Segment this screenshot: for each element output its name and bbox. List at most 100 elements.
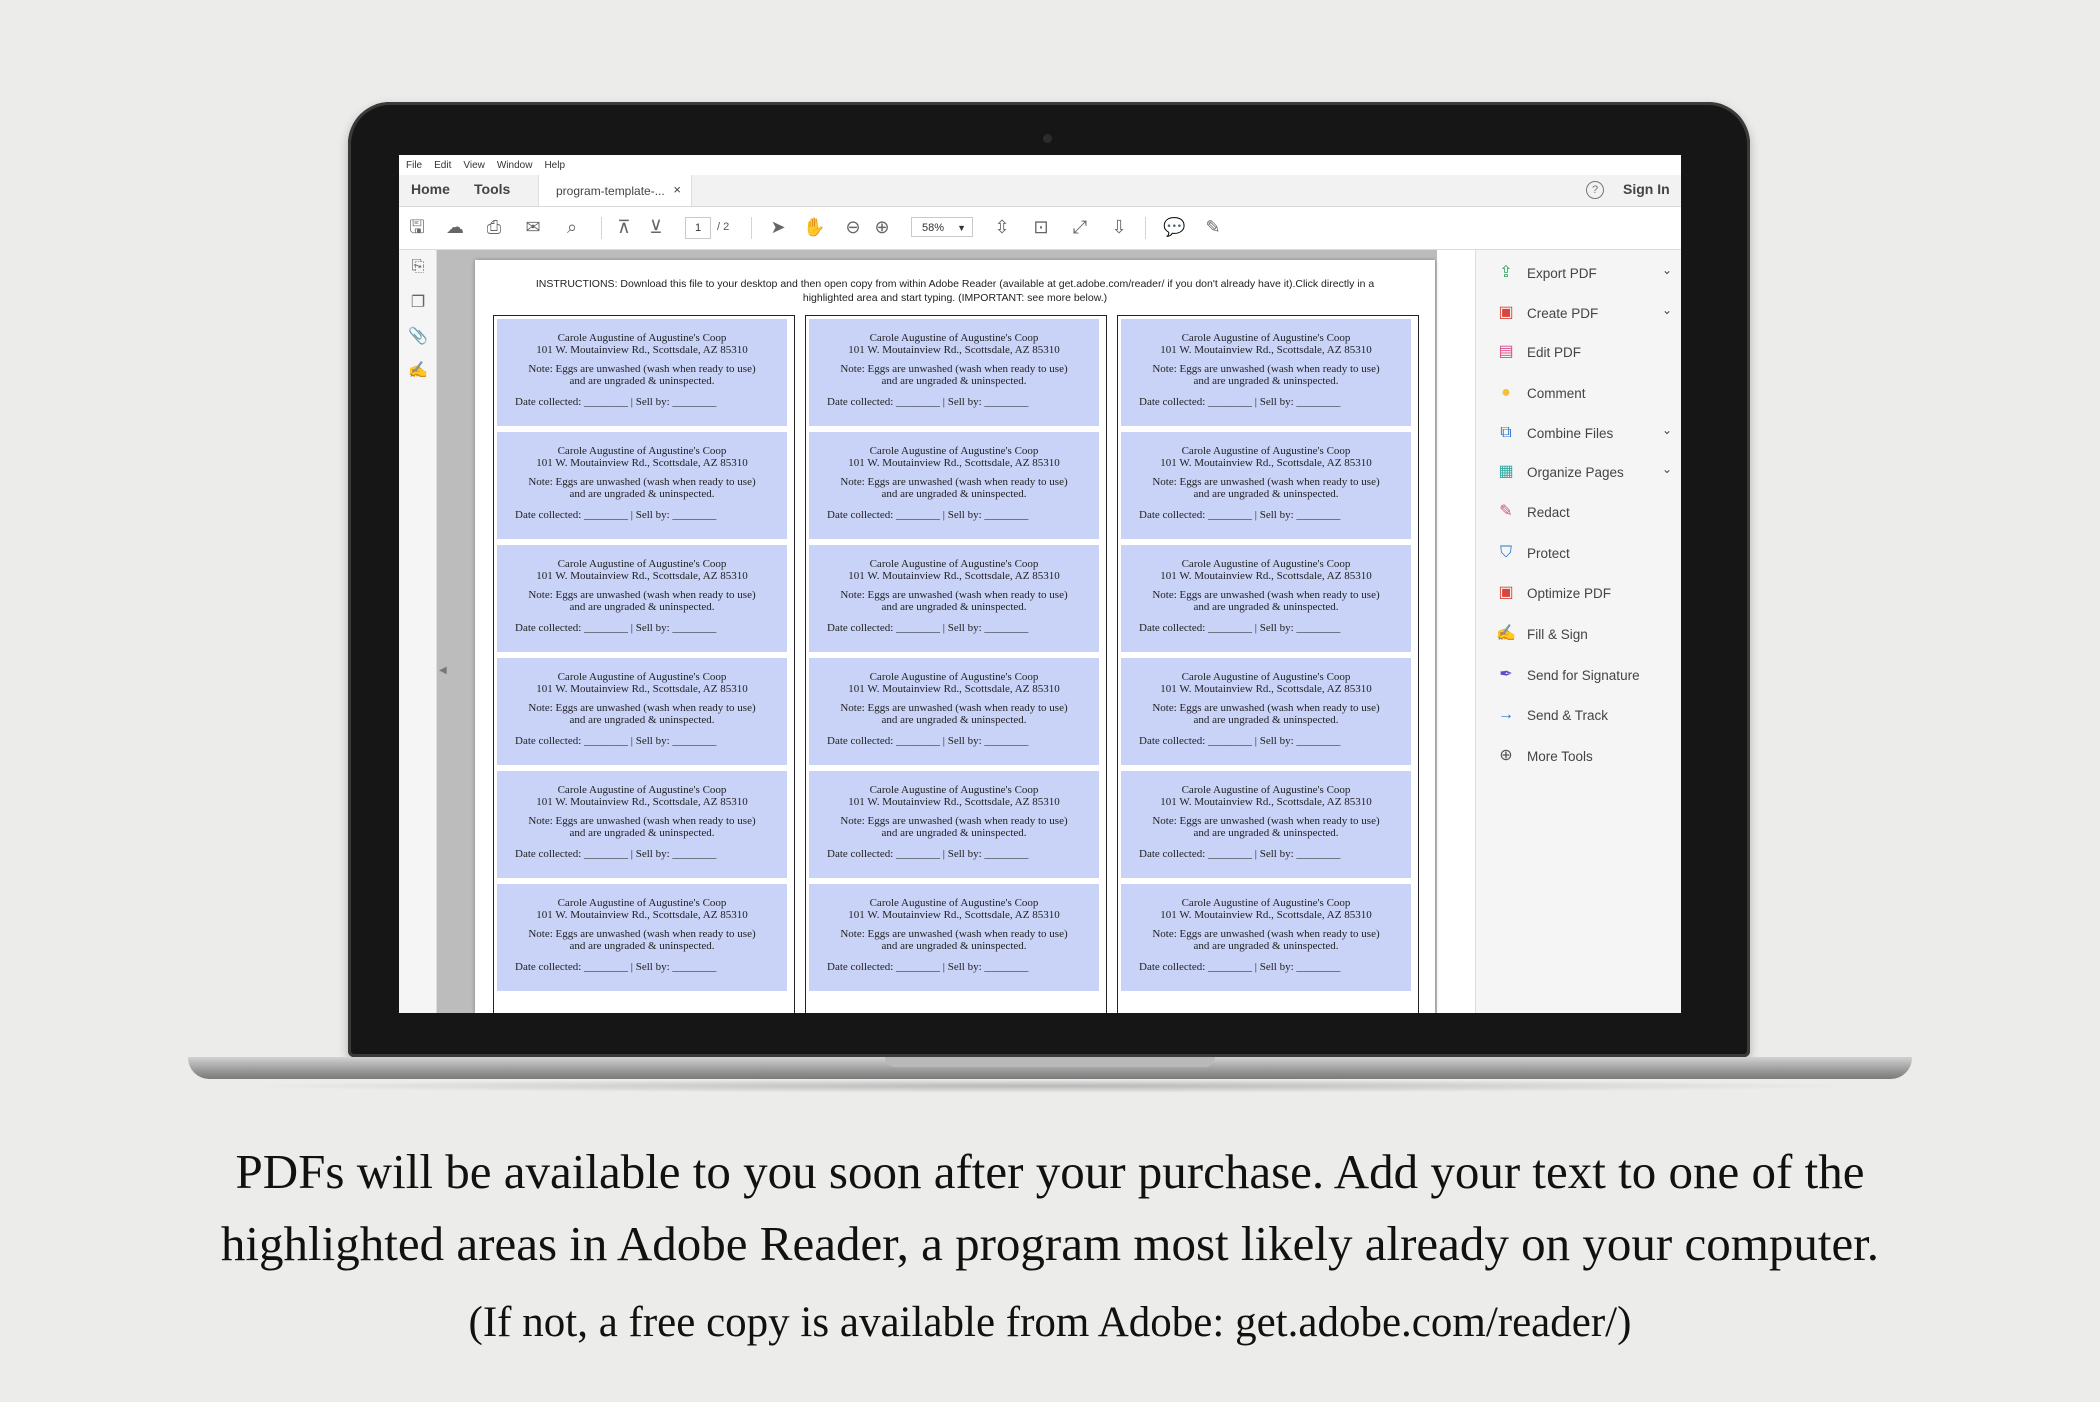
page-thumbnails-icon[interactable]: ⎘ <box>408 258 428 278</box>
tool-label: Organize Pages <box>1527 464 1624 480</box>
label-line5: Date collected: ________ | Sell by: ____… <box>827 622 1029 634</box>
search-icon[interactable]: ⌕ <box>561 216 583 238</box>
menu-edit[interactable]: Edit <box>434 160 451 171</box>
tools-panel: ⇪ Export PDF ⌄ ▣ Create PDF ⌄ ▤ Edit PDF ● Commen… <box>1475 250 1681 1013</box>
export-pdf-icon: ⇪ <box>1499 264 1513 281</box>
chevron-down-icon[interactable]: ⌄ <box>1662 462 1672 476</box>
zoom-out-icon[interactable]: ⊖ <box>842 216 864 238</box>
tool-create-pdf[interactable]: ▣ Create PDF ⌄ <box>1496 300 1672 326</box>
fit-page-icon[interactable]: ⊡ <box>1030 216 1052 238</box>
next-page-icon[interactable]: ⊻ <box>645 216 667 238</box>
label-field[interactable]: Carole Augustine of Augustine's Coop 101 … <box>497 658 787 766</box>
page-number-input[interactable]: 1 <box>685 217 711 239</box>
tool-more-tools[interactable]: ⊕ More Tools <box>1496 743 1672 769</box>
save-icon[interactable]: 🖫 <box>406 216 428 238</box>
toolbar-divider <box>601 217 602 239</box>
zoom-in-icon[interactable]: ⊕ <box>871 216 893 238</box>
label-line2: 101 W. Moutainview Rd., Scottsdale, AZ 8… <box>1160 682 1372 695</box>
read-mode-icon[interactable]: ⇩ <box>1108 216 1130 238</box>
zoom-select[interactable]: 58% ▼ <box>911 217 973 237</box>
tab-home[interactable]: Home <box>411 181 450 197</box>
left-navigation-rail: ⎘ ❐ 📎 ✍ <box>399 250 437 1013</box>
label-line5: Date collected: ________ | Sell by: ____… <box>1139 735 1341 747</box>
chevron-down-icon[interactable]: ⌄ <box>1662 263 1672 277</box>
tool-organize-pages[interactable]: ▦ Organize Pages ⌄ <box>1496 459 1672 485</box>
label-line4: and are ungraded & uninspected. <box>881 939 1027 952</box>
label-field[interactable]: Carole Augustine of Augustine's Coop 101 … <box>1121 771 1411 879</box>
document-viewport[interactable]: ◀ INSTRUCTIONS: Download this file to yo… <box>437 250 1437 1013</box>
menu-window[interactable]: Window <box>497 160 533 171</box>
chevron-down-icon[interactable]: ⌄ <box>1662 423 1672 437</box>
select-cursor-icon[interactable]: ➤ <box>767 216 789 238</box>
tool-optimize-pdf[interactable]: ▣ Optimize PDF <box>1496 580 1672 606</box>
label-line3: Note: Eggs are unwashed (wash when ready… <box>840 928 1068 940</box>
collapse-panel-arrow-icon[interactable]: ◀ <box>439 665 447 676</box>
tool-edit-pdf[interactable]: ▤ Edit PDF <box>1496 339 1672 365</box>
menu-help[interactable]: Help <box>544 160 565 171</box>
label-column: Carole Augustine of Augustine's Coop 101 … <box>493 315 795 1013</box>
label-field[interactable]: Carole Augustine of Augustine's Coop 101 … <box>497 884 787 992</box>
label-field[interactable]: Carole Augustine of Augustine's Coop 101 … <box>809 545 1099 653</box>
label-line1: Carole Augustine of Augustine's Coop <box>557 784 727 796</box>
label-line2: 101 W. Moutainview Rd., Scottsdale, AZ 8… <box>1160 456 1372 469</box>
label-field[interactable]: Carole Augustine of Augustine's Coop 101 … <box>1121 545 1411 653</box>
label-line5: Date collected: ________ | Sell by: ____… <box>827 735 1029 747</box>
label-field[interactable]: Carole Augustine of Augustine's Coop 101 … <box>497 319 787 427</box>
close-tab-icon[interactable]: × <box>673 182 681 197</box>
full-screen-icon[interactable]: ⤢ <box>1069 216 1091 238</box>
tab-document[interactable]: program-template-... × <box>538 175 692 206</box>
label-field[interactable]: Carole Augustine of Augustine's Coop 101 … <box>1121 432 1411 540</box>
label-field[interactable]: Carole Augustine of Augustine's Coop 101 … <box>1121 658 1411 766</box>
menu-view[interactable]: View <box>463 160 485 171</box>
comment-bubble-icon[interactable]: 💬 <box>1163 216 1185 238</box>
email-icon[interactable]: ✉ <box>522 216 544 238</box>
copy-pages-icon[interactable]: ❐ <box>408 292 428 312</box>
attachment-icon[interactable]: 📎 <box>408 326 428 346</box>
tool-send-track[interactable]: → Send & Track <box>1496 702 1672 728</box>
redact-icon: ✎ <box>1499 503 1513 520</box>
label-line5: Date collected: ________ | Sell by: ____… <box>827 509 1029 521</box>
scroll-mode-icon[interactable]: ⇳ <box>991 216 1013 238</box>
label-field[interactable]: Carole Augustine of Augustine's Coop 101 … <box>809 319 1099 427</box>
create-pdf-icon: ▣ <box>1498 304 1514 321</box>
label-line4: and are ungraded & uninspected. <box>569 600 715 613</box>
upload-cloud-icon[interactable]: ☁ <box>444 216 466 238</box>
tool-send-signature[interactable]: ✒ Send for Signature <box>1496 662 1672 688</box>
hand-tool-icon[interactable]: ✋ <box>803 216 825 238</box>
label-field[interactable]: Carole Augustine of Augustine's Coop 101 … <box>1121 884 1411 992</box>
tool-fill-sign[interactable]: ✍ Fill & Sign <box>1496 621 1672 647</box>
tool-comment[interactable]: ● Comment <box>1496 380 1672 406</box>
label-field[interactable]: Carole Augustine of Augustine's Coop 101 … <box>809 771 1099 879</box>
highlight-pen-icon[interactable]: ✎ <box>1202 216 1224 238</box>
label-field[interactable]: Carole Augustine of Augustine's Coop 101 … <box>497 545 787 653</box>
label-field[interactable]: Carole Augustine of Augustine's Coop 101 … <box>809 658 1099 766</box>
label-line5: Date collected: ________ | Sell by: ____… <box>515 961 717 973</box>
tool-protect[interactable]: ⛉ Protect <box>1496 540 1672 566</box>
tool-combine-files[interactable]: ⧉ Combine Files ⌄ <box>1496 420 1672 446</box>
help-icon[interactable]: ? <box>1586 181 1604 199</box>
label-line5: Date collected: ________ | Sell by: ____… <box>515 396 717 408</box>
sign-in-link[interactable]: Sign In <box>1623 181 1670 197</box>
label-field[interactable]: Carole Augustine of Augustine's Coop 101 … <box>497 771 787 879</box>
label-field[interactable]: Carole Augustine of Augustine's Coop 101 … <box>1121 319 1411 427</box>
signature-icon[interactable]: ✍ <box>408 360 428 380</box>
menu-file[interactable]: File <box>406 160 422 171</box>
print-icon[interactable]: ⎙ <box>483 216 505 238</box>
label-line5: Date collected: ________ | Sell by: ____… <box>827 396 1029 408</box>
label-line4: and are ungraded & uninspected. <box>1193 826 1339 839</box>
label-line5: Date collected: ________ | Sell by: ____… <box>515 848 717 860</box>
chevron-down-icon[interactable]: ⌄ <box>1662 303 1672 317</box>
tab-bar: Home Tools program-template-... × ? Sign… <box>399 175 1681 207</box>
label-field[interactable]: Carole Augustine of Augustine's Coop 101 … <box>809 884 1099 992</box>
label-line4: and are ungraded & uninspected. <box>569 374 715 387</box>
label-line1: Carole Augustine of Augustine's Coop <box>1181 897 1351 909</box>
tab-tools[interactable]: Tools <box>474 181 510 197</box>
page-total: / 2 <box>717 221 730 233</box>
tool-export-pdf[interactable]: ⇪ Export PDF ⌄ <box>1496 260 1672 286</box>
previous-page-icon[interactable]: ⊼ <box>613 216 635 238</box>
label-field[interactable]: Carole Augustine of Augustine's Coop 101 … <box>497 432 787 540</box>
tool-redact[interactable]: ✎ Redact <box>1496 499 1672 525</box>
label-line1: Carole Augustine of Augustine's Coop <box>1181 558 1351 570</box>
tool-label: More Tools <box>1527 748 1593 764</box>
label-field[interactable]: Carole Augustine of Augustine's Coop 101 … <box>809 432 1099 540</box>
